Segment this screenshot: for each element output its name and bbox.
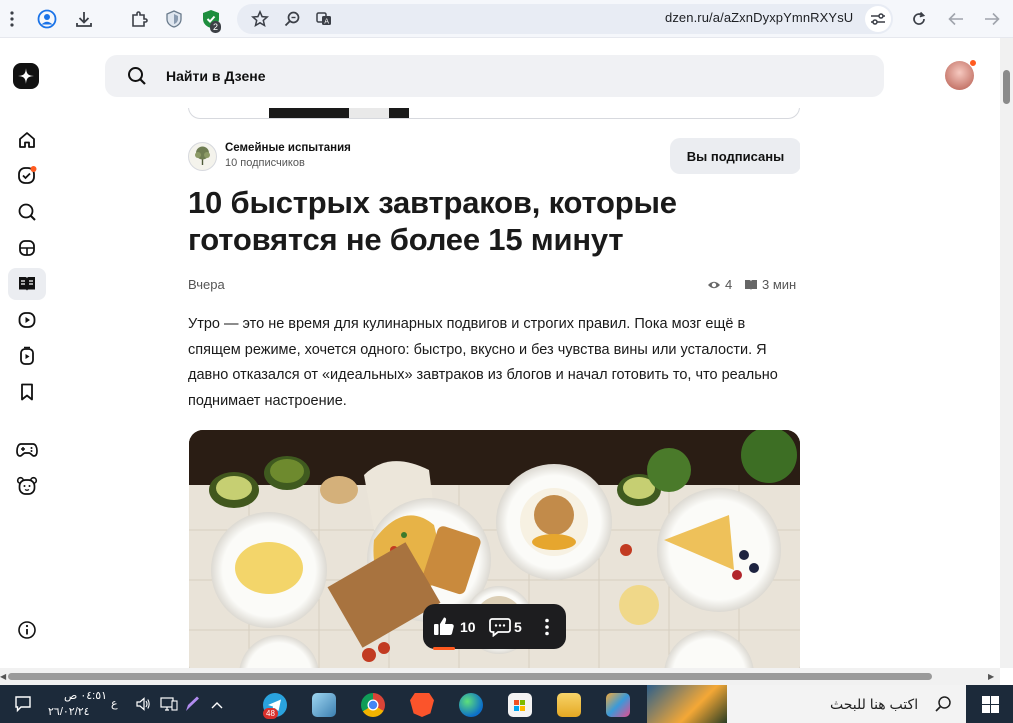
read-time: 3 мин — [762, 277, 797, 292]
scroll-left-arrow-icon[interactable]: ◀ — [0, 672, 6, 681]
windows-taskbar: ٠٤:٥١ ص ٢٦/٠٢/٢٤ ع 48 اكتب هنا للبحث — [0, 685, 1013, 723]
reload-icon[interactable] — [907, 7, 931, 31]
more-options-icon[interactable] — [545, 618, 549, 641]
views-count: 4 — [725, 277, 733, 292]
horizontal-scrollbar[interactable]: ◀ ▶ — [0, 668, 1000, 685]
horizontal-scroll-thumb[interactable] — [8, 673, 932, 680]
channel-name[interactable]: Семейные испытания — [225, 142, 351, 154]
forward-arrow-icon[interactable] — [980, 7, 1004, 31]
dzen-logo-icon[interactable] — [13, 63, 39, 89]
svg-text:A: A — [324, 18, 329, 26]
nav-shorts-icon[interactable] — [8, 340, 46, 372]
nav-games-icon[interactable] — [8, 434, 46, 466]
back-arrow-icon[interactable] — [944, 7, 968, 31]
translate-icon[interactable]: A — [312, 7, 336, 31]
eye-icon — [707, 278, 721, 296]
like-active-indicator — [433, 647, 455, 650]
clock-time[interactable]: ٠٤:٥١ ص — [64, 689, 107, 702]
edge-app-icon[interactable] — [459, 693, 483, 717]
browser-menu-icon[interactable] — [0, 7, 24, 31]
shield-extension-icon[interactable] — [162, 7, 186, 31]
nav-articles-icon[interactable] — [8, 268, 46, 300]
chrome-app-icon[interactable] — [361, 693, 385, 717]
comment-count: 5 — [514, 619, 522, 635]
file-explorer-app-icon[interactable] — [557, 693, 581, 717]
read-time-icon — [744, 278, 758, 296]
show-hidden-icons-icon[interactable] — [210, 697, 224, 715]
taskbar-search-icon — [934, 695, 952, 718]
bookmark-star-icon[interactable] — [248, 7, 272, 31]
scroll-right-arrow-icon[interactable]: ▶ — [988, 672, 994, 681]
subscribe-button[interactable]: Вы подписаны — [670, 138, 800, 174]
article-title: 10 быстрых завтраков, которые готовятся … — [188, 185, 677, 257]
article: Семейные испытания 10 подписчиков Вы под… — [188, 108, 800, 668]
search-highlight-image — [647, 685, 727, 723]
like-icon[interactable] — [433, 616, 455, 641]
brave-app-icon[interactable] — [410, 693, 434, 717]
input-language[interactable]: ع — [111, 697, 118, 710]
taskbar-search-box[interactable] — [647, 685, 966, 723]
article-date: Вчера — [188, 277, 225, 292]
notification-dot — [969, 59, 977, 67]
nav-studio-icon[interactable] — [8, 232, 46, 264]
start-windows-icon[interactable] — [982, 696, 999, 718]
pen-icon[interactable] — [184, 695, 200, 718]
profile-icon[interactable] — [35, 7, 59, 31]
browser-toolbar: 2 A dzen.ru/a/aZxnDyxpYmnRXYsU — [0, 0, 1013, 38]
extension-badge: 2 — [210, 21, 222, 33]
notifications-icon[interactable] — [14, 695, 32, 718]
network-icon[interactable] — [160, 696, 178, 717]
zoom-icon[interactable] — [280, 7, 304, 31]
nav-home-icon[interactable] — [8, 124, 46, 156]
search-icon — [127, 66, 147, 91]
previous-image-strip — [188, 108, 800, 119]
game-app-icon[interactable] — [606, 693, 630, 717]
nav-subscriptions-icon[interactable] — [8, 160, 46, 192]
notepad-app-icon[interactable] — [312, 693, 336, 717]
downloads-icon[interactable] — [72, 7, 96, 31]
clock-date[interactable]: ٢٦/٠٢/٢٤ — [48, 705, 90, 718]
article-paragraph: Утро — это не время для кулинарных подви… — [188, 316, 778, 409]
channel-subscribers: 10 подписчиков — [225, 157, 305, 169]
vertical-scroll-thumb[interactable] — [1003, 70, 1010, 104]
search-input[interactable]: Найти в Дзене — [105, 55, 884, 97]
vertical-scrollbar[interactable] — [1000, 38, 1013, 668]
url-text: dzen.ru/a/aZxnDyxpYmnRXYsU — [665, 10, 854, 25]
nav-info-icon[interactable] — [8, 614, 46, 646]
security-extension-icon[interactable]: 2 — [199, 7, 223, 33]
nav-kids-icon[interactable] — [8, 470, 46, 502]
reaction-bar: 10 5 — [423, 604, 566, 650]
channel-avatar[interactable] — [188, 142, 217, 171]
comment-icon[interactable] — [489, 617, 511, 642]
extensions-icon[interactable] — [127, 7, 151, 31]
volume-icon[interactable] — [135, 696, 151, 717]
like-count: 10 — [460, 619, 476, 635]
search-placeholder: Найти в Дзене — [166, 68, 266, 84]
telegram-badge: 48 — [263, 708, 278, 719]
nav-bookmarks-icon[interactable] — [8, 376, 46, 408]
store-app-icon[interactable] — [508, 693, 532, 717]
taskbar-search-placeholder: اكتب هنا للبحث — [830, 696, 919, 712]
nav-video-icon[interactable] — [8, 304, 46, 336]
site-settings-icon[interactable] — [865, 6, 891, 32]
nav-search-icon[interactable] — [8, 196, 46, 228]
site-header: Найти в Дзене — [0, 38, 1000, 108]
